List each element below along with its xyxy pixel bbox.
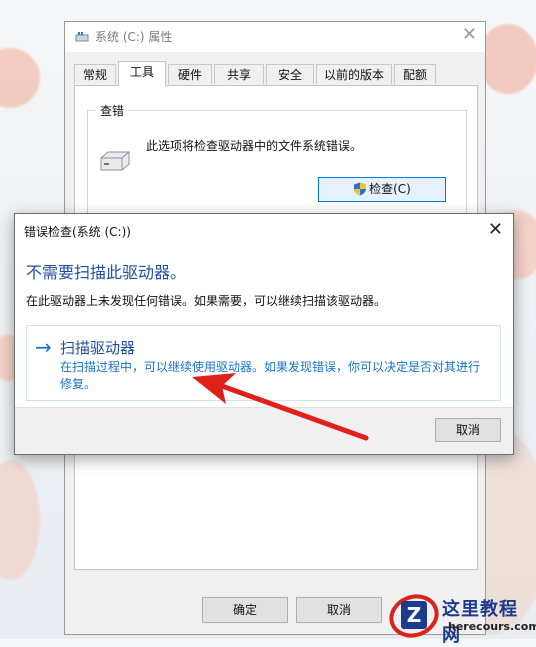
logo-icon: Z (389, 594, 439, 638)
tab-tools[interactable]: 工具 (118, 61, 166, 86)
logo-url: herecours.com (448, 620, 536, 633)
annotation-arrow-icon (192, 373, 369, 441)
watermark-logo: Z 这里教程网 herecours.com (388, 589, 536, 646)
svg-text:Z: Z (407, 603, 422, 627)
